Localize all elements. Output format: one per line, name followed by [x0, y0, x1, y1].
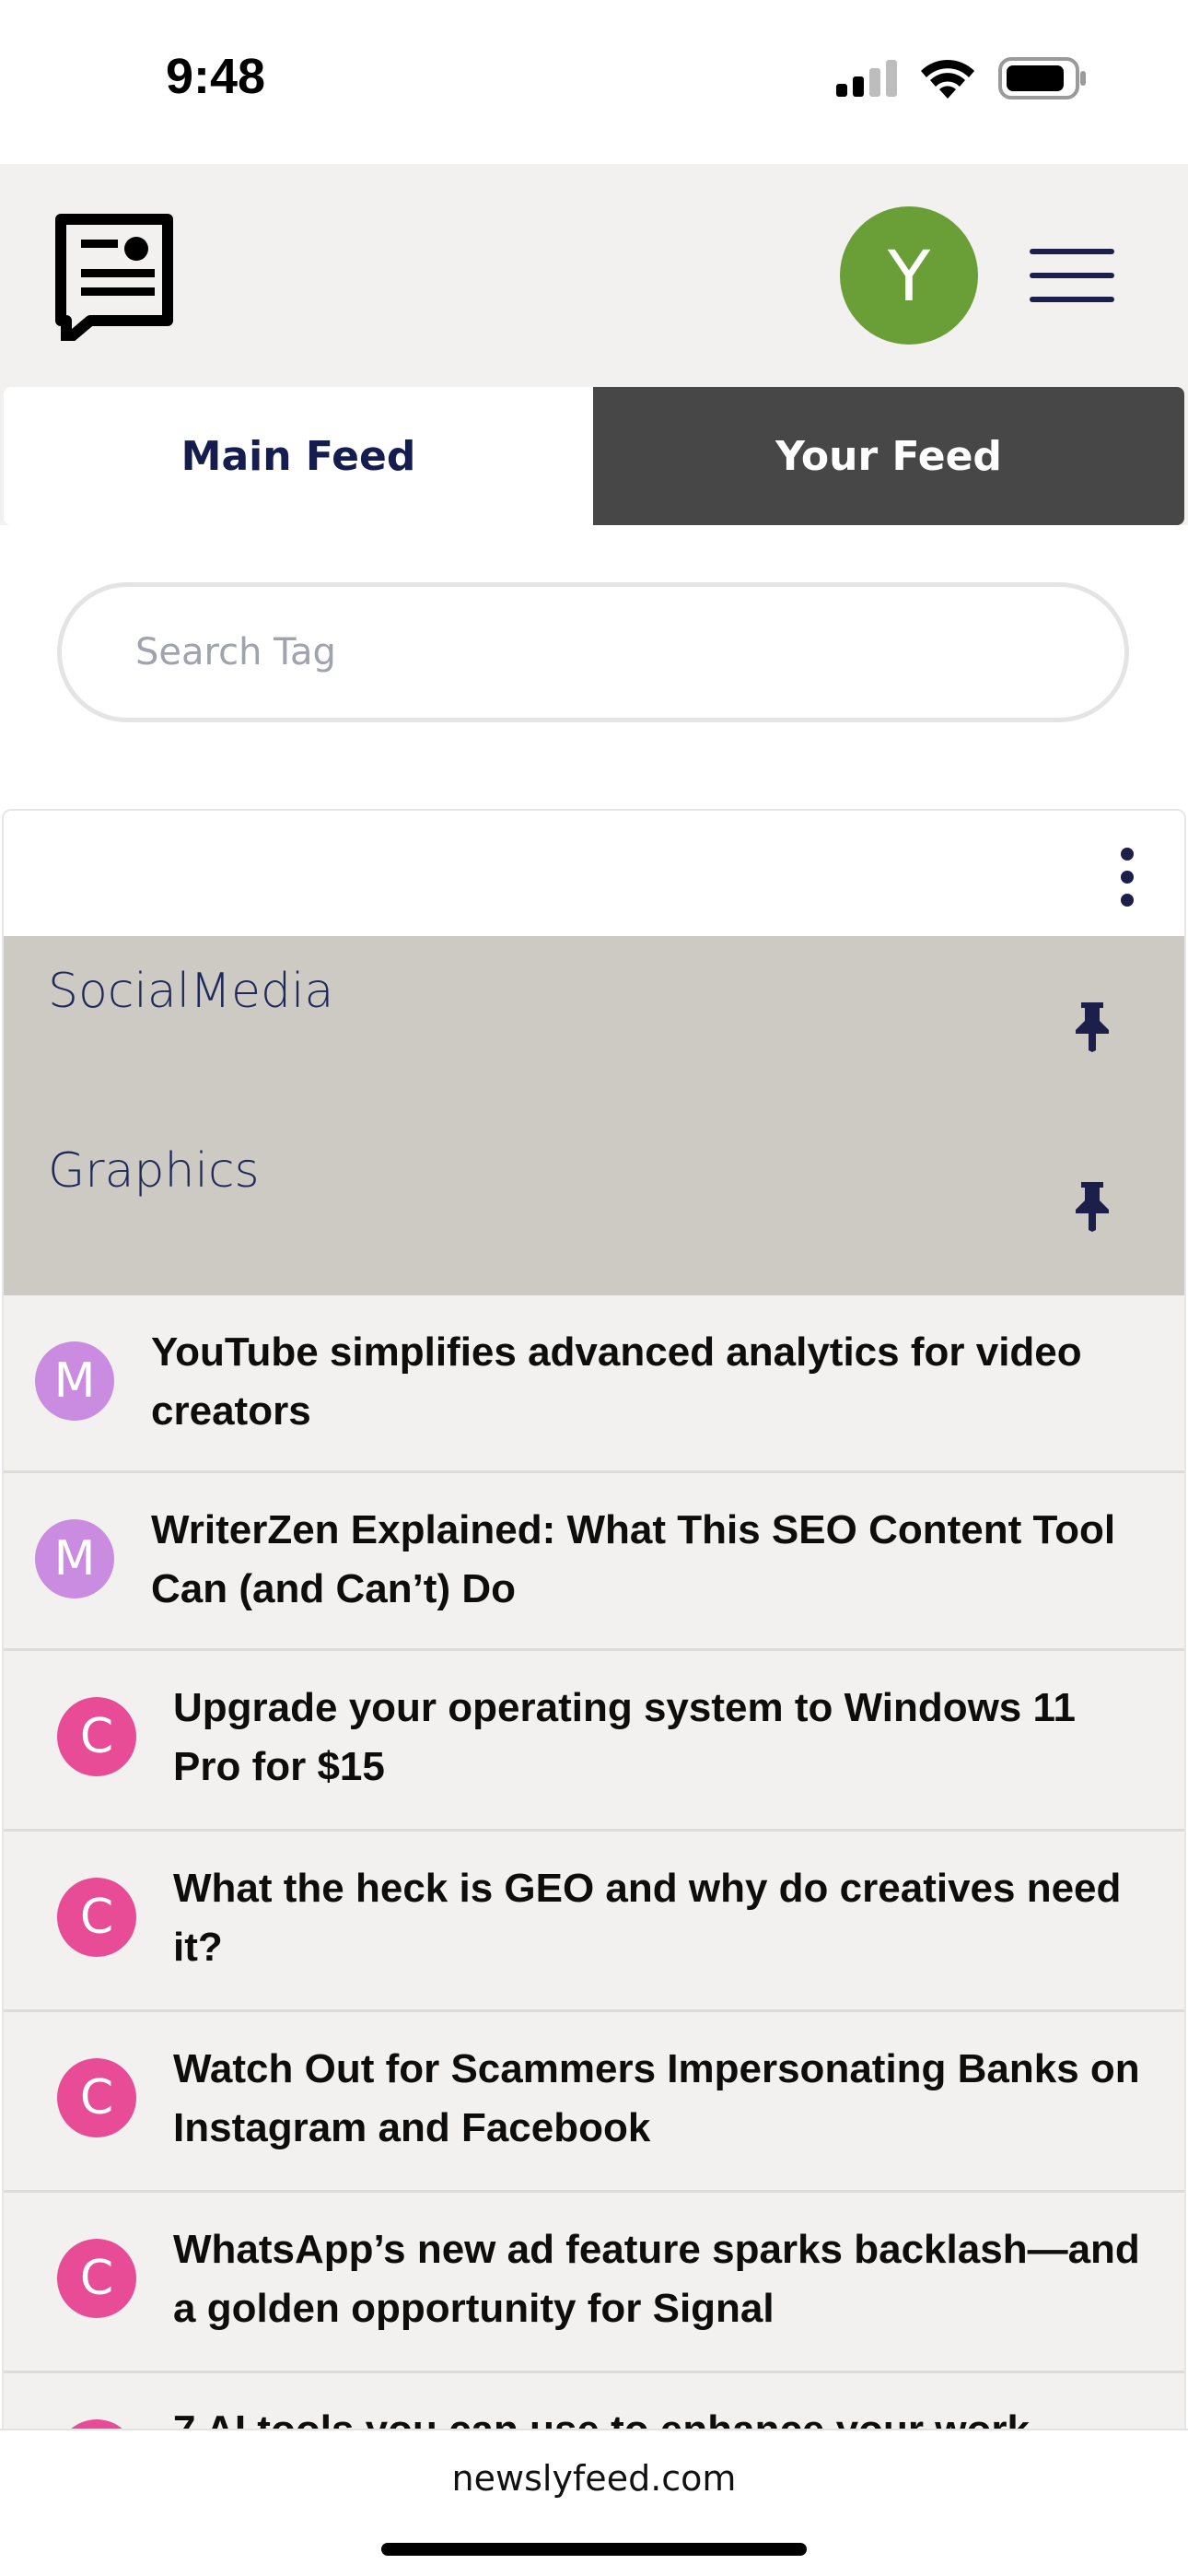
article-item[interactable]: C Watch Out for Scammers Impersonating B… [4, 2012, 1184, 2193]
article-title[interactable]: YouTube simplifies advanced analytics fo… [151, 1323, 1147, 1441]
source-avatar: M [35, 1519, 114, 1598]
home-indicator[interactable] [381, 2543, 807, 2556]
article-item[interactable]: C Upgrade your operating system to Windo… [4, 1651, 1184, 1832]
feed-toolbar [4, 811, 1184, 936]
pinned-tag-item[interactable]: SocialMedia [4, 936, 1184, 1116]
browser-url[interactable]: newslyfeed.com [0, 2458, 1188, 2499]
source-avatar: C [57, 1697, 136, 1776]
source-avatar: C [57, 2239, 136, 2318]
article-item[interactable]: C WhatsApp’s new ad feature sparks backl… [4, 2193, 1184, 2373]
tab-main-feed[interactable]: Main Feed [4, 387, 593, 525]
signal-icon [836, 60, 897, 97]
wifi-icon [921, 59, 974, 99]
pinned-tag-label: SocialMedia [48, 964, 334, 1019]
article-title[interactable]: What the heck is GEO and why do creative… [173, 1859, 1147, 1977]
newsfeed-logo-icon[interactable] [53, 212, 175, 341]
pin-icon[interactable] [1074, 1001, 1111, 1052]
status-bar: 9:48 [0, 0, 1188, 164]
source-avatar: C [57, 1878, 136, 1957]
more-vertical-icon[interactable] [1116, 848, 1138, 907]
feed-tabs: Main Feed Your Feed [0, 387, 1188, 525]
article-item[interactable]: M WriterZen Explained: What This SEO Con… [4, 1473, 1184, 1651]
source-avatar: C [57, 2058, 136, 2137]
search-card [0, 553, 1188, 778]
article-title[interactable]: WhatsApp’s new ad feature sparks backlas… [173, 2220, 1147, 2338]
page: 9:48 Y Main Feed Your Feed Search Tag So… [0, 0, 1188, 2576]
hamburger-menu-icon[interactable] [1030, 249, 1118, 304]
user-avatar[interactable]: Y [840, 206, 978, 345]
status-time: 9:48 [166, 49, 266, 104]
article-item[interactable]: C What the heck is GEO and why do creati… [4, 1832, 1184, 2012]
article-title[interactable]: WriterZen Explained: What This SEO Conte… [151, 1501, 1147, 1619]
source-avatar: M [35, 1341, 114, 1421]
tab-your-feed[interactable]: Your Feed [593, 387, 1184, 525]
search-tag-input[interactable] [57, 582, 1129, 722]
article-title[interactable]: Watch Out for Scammers Impersonating Ban… [173, 2040, 1147, 2158]
article-item[interactable]: C 7 AI tools you can use to enhance your… [4, 2373, 1184, 2429]
article-item[interactable]: M YouTube simplifies advanced analytics … [4, 1295, 1184, 1473]
app-header: Y [0, 164, 1188, 387]
article-title[interactable]: Upgrade your operating system to Windows… [173, 1679, 1147, 1797]
status-icons [836, 55, 1087, 101]
article-title[interactable]: 7 AI tools you can use to enhance your w… [173, 2401, 1147, 2429]
battery-icon [998, 57, 1086, 100]
pinned-tag-item[interactable]: Graphics [4, 1116, 1184, 1295]
browser-address-bar: newslyfeed.com [0, 2429, 1188, 2576]
feed-list: SocialMedia Graphics M YouTube simplifie… [2, 809, 1186, 2430]
pin-icon[interactable] [1074, 1180, 1111, 1232]
pinned-tag-label: Graphics [48, 1143, 260, 1199]
pinned-tags: SocialMedia Graphics [4, 936, 1184, 1295]
